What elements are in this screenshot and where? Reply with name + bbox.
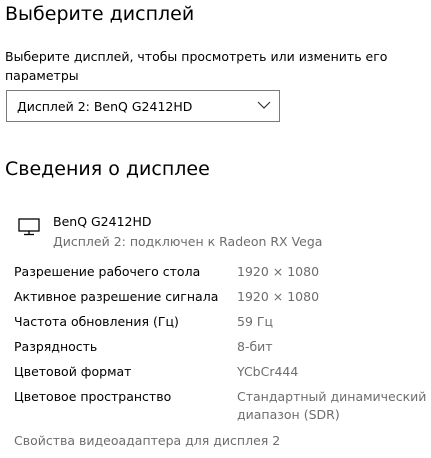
property-label: Частота обновления (Гц) [14, 314, 179, 329]
monitor-icon [18, 218, 40, 236]
property-label: Цветовое пространство [14, 389, 172, 404]
property-row-color-space: Цветовое пространство Стандартный динами… [14, 387, 429, 427]
property-label: Разрешение рабочего стола [14, 264, 201, 279]
property-value: Стандартный динамический диапазон (SDR) [237, 389, 427, 422]
property-value: 1920 × 1080 [237, 289, 320, 304]
property-row-bit-depth: Разрядность 8-бит [14, 337, 429, 362]
monitor-name: BenQ G2412HD [53, 214, 152, 229]
page-title: Выберите дисплей [5, 3, 195, 25]
property-row-color-format: Цветовой формат YCbCr444 [14, 362, 429, 387]
display-info-title: Сведения о дисплее [5, 158, 210, 180]
page-description: Выберите дисплей, чтобы просмотреть или … [5, 49, 388, 83]
property-label: Разрядность [14, 339, 98, 354]
property-row-refresh-rate: Частота обновления (Гц) 59 Гц [14, 312, 429, 337]
property-value: 1920 × 1080 [237, 264, 320, 279]
property-row-active-signal-resolution: Активное разрешение сигнала 1920 × 1080 [14, 287, 429, 312]
display-select-value: Дисплей 2: BenQ G2412HD [17, 99, 193, 114]
property-label: Цветовой формат [14, 364, 132, 379]
property-label: Активное разрешение сигнала [14, 289, 219, 304]
property-value: YCbCr444 [237, 364, 299, 379]
display-adapter-properties-link[interactable]: Свойства видеоадаптера для дисплея 2 [14, 431, 280, 451]
monitor-connection-info: Дисплей 2: подключен к Radeon RX Vega [53, 234, 323, 249]
property-value: 59 Гц [237, 314, 274, 329]
display-select-dropdown[interactable]: Дисплей 2: BenQ G2412HD [6, 90, 280, 122]
property-row-desktop-resolution: Разрешение рабочего стола 1920 × 1080 [14, 262, 429, 287]
display-properties-table: Разрешение рабочего стола 1920 × 1080 Ак… [14, 262, 429, 427]
property-value: 8-бит [237, 339, 273, 354]
chevron-down-icon [257, 101, 271, 109]
